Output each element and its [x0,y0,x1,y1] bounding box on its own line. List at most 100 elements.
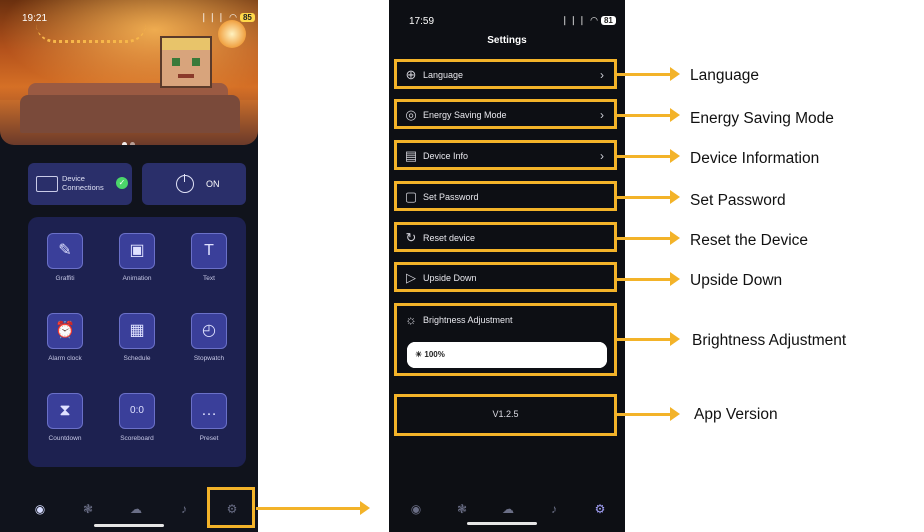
preview-sofa [20,95,240,133]
power-button[interactable]: ON [142,163,246,205]
feature-tile-preset[interactable]: … Preset [173,393,245,442]
arrow-right-icon [360,501,370,515]
status-icons: ❘❘❘ ◠ 85 [200,12,255,23]
brightness-value: ☀ 100% [415,350,445,359]
app-version: V1.2.5 [394,394,617,436]
feature-tile-label: Animation [122,275,152,282]
graffiti-icon: ✎ [47,233,83,269]
status-time: 19:21 [22,13,48,24]
settings-row-label: Upside Down [423,273,477,283]
compass-icon[interactable]: ◉ [409,502,423,516]
power-label: ON [206,179,220,189]
lock-icon: ▢ [404,189,418,204]
callout-label: Device Information [690,150,820,167]
callout-label: Brightness Adjustment [692,332,847,349]
version-label: V1.2.5 [492,409,519,419]
arrow-right-icon [670,108,680,122]
home-screen: 19:21 ❘❘❘ ◠ 85 Device Connections ✓ ON ✎ G… [0,0,258,532]
callout-label: App Version [694,406,778,423]
feature-tile-alarm-clock[interactable]: ⏰ Alarm clock [29,313,101,362]
feature-tile-text[interactable]: T Text [173,233,245,282]
callout-arrow-line [617,338,670,341]
home-indicator [467,522,537,525]
schedule-icon: ▦ [119,313,155,349]
feature-tile-label: Preset [199,435,219,442]
brightness-slider[interactable]: ☀ 100% [407,342,607,368]
arrow-right-icon [670,190,680,204]
gear-to-settings-arrow-line [256,507,360,510]
chevron-right-icon: › [600,68,604,82]
callout-arrow-line [617,196,670,199]
callout-arrow-line [617,237,670,240]
feature-tile-label: Countdown [48,435,82,442]
settings-gear-icon[interactable]: ⚙ [593,502,607,516]
animation-icon: ▣ [119,233,155,269]
callout-label: Upside Down [690,272,783,289]
bottom-nav: ◉ ❃ ☁ ♪ ⚙ [389,486,625,532]
chevron-right-icon: › [600,149,604,163]
globe-icon: ⊕ [405,67,417,82]
cloud-icon[interactable]: ☁ [129,502,143,516]
settings-highlight-box [207,487,255,528]
feature-tile-countdown[interactable]: ⧗ Countdown [29,393,101,442]
battery-icon: 81 [600,16,616,25]
callout-arrow-line [617,73,670,76]
feature-grid: ✎ Graffiti ▣ Animation T Text ⏰ Alarm clock ▦ Sch… [28,217,246,467]
settings-row-energy-saving-mode[interactable]: ◎ Energy Saving Mode › [394,99,617,129]
feature-tile-schedule[interactable]: ▦ Schedule [101,313,173,362]
page-title: Settings [487,35,527,46]
settings-row-device-info[interactable]: ▤ Device Info › [394,140,617,170]
feature-tile-graffiti[interactable]: ✎ Graffiti [29,233,101,282]
settings-row-set-password[interactable]: ▢ Set Password [394,181,617,211]
settings-row-reset-device[interactable]: ↻ Reset device [394,222,617,252]
preset-icon: … [191,393,227,429]
arrow-right-icon [670,67,680,81]
callout-arrow-line [617,155,670,158]
feature-tile-label: Scoreboard [120,435,154,442]
settings-row-upside-down[interactable]: ▷ Upside Down [394,262,617,292]
callout-arrow-line [617,413,670,416]
device-info-icon: ▤ [404,148,418,163]
feature-tile-scoreboard[interactable]: 0:0 Scoreboard [101,393,173,442]
callout-label: Set Password [690,192,786,209]
feature-tile-stopwatch[interactable]: ◴ Stopwatch [173,313,245,362]
chevron-right-icon: › [600,108,604,122]
settings-row-label: Reset device [423,233,476,243]
countdown-icon: ⧗ [47,393,83,429]
feature-tile-animation[interactable]: ▣ Animation [101,233,173,282]
settings-row-label: Language [423,70,464,80]
settings-row-label: Set Password [423,192,479,202]
callout-label: Energy Saving Mode [690,110,834,127]
signal-wifi-icon: ❘❘❘ ◠ [200,12,238,22]
shapes-icon[interactable]: ❃ [81,502,95,516]
preview-lamp [218,20,246,48]
battery-icon: 85 [239,13,255,22]
feature-tile-label: Text [203,275,215,282]
shapes-icon[interactable]: ❃ [455,502,469,516]
cloud-icon[interactable]: ☁ [501,502,515,516]
connected-check-icon: ✓ [116,177,128,189]
feature-tile-label: Alarm clock [48,355,82,362]
preview-garland [36,24,146,43]
devices-icon [36,176,58,192]
arrow-right-icon [670,332,680,346]
arrow-right-icon [670,149,680,163]
device-connections-button[interactable]: Device Connections ✓ [28,163,132,205]
callout-arrow-line [617,114,670,117]
signal-wifi-icon: ❘❘❘ ◠ [561,15,599,25]
bulb-icon: ◎ [405,107,417,122]
home-indicator [94,524,164,527]
music-icon[interactable]: ♪ [177,502,191,516]
brightness-adjustment: ☼ Brightness Adjustment ☀ 100% [394,303,617,376]
music-icon[interactable]: ♪ [547,502,561,516]
settings-row-language[interactable]: ⊕ Language › [394,59,617,89]
stopwatch-icon: ◴ [191,313,227,349]
flip-icon: ▷ [406,270,416,285]
arrow-right-icon [670,272,680,286]
feature-tile-label: Stopwatch [193,355,225,362]
settings-row-label: Energy Saving Mode [423,110,507,120]
compass-icon[interactable]: ◉ [33,502,47,516]
carousel-dots[interactable] [122,134,142,145]
device-connections-label: Device Connections [62,174,104,192]
settings-row-label: Device Info [423,151,469,161]
